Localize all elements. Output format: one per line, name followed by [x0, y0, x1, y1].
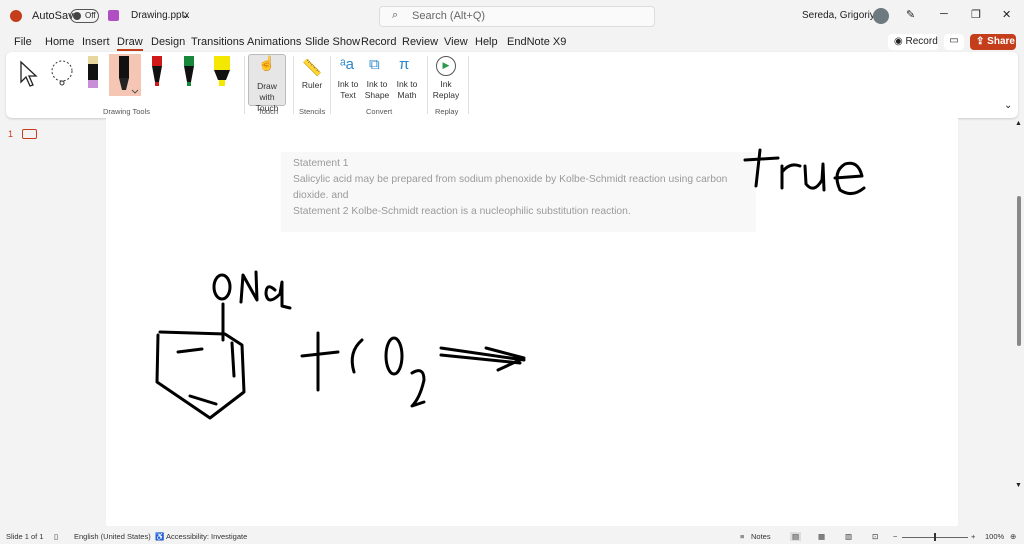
ink-word-true	[743, 148, 866, 195]
zoom-level[interactable]: 100%	[985, 532, 1004, 541]
notes-button[interactable]: Notes	[751, 532, 771, 541]
accessibility-status[interactable]: Accessibility: Investigate	[166, 532, 247, 541]
zoom-out-icon[interactable]: −	[893, 532, 897, 541]
ink-ona	[212, 270, 292, 310]
fit-to-window-icon[interactable]: ⊕	[1010, 532, 1016, 541]
scroll-thumb[interactable]	[1017, 196, 1021, 346]
accessibility-icon: ♿	[155, 532, 165, 541]
slide-sorter-icon[interactable]: ▦	[818, 532, 825, 541]
ink-plus-co2-arrow	[300, 331, 526, 408]
ink-benzene-ring	[155, 302, 246, 420]
ink-drawing	[155, 148, 866, 420]
normal-view-icon[interactable]: ▤	[790, 532, 802, 541]
notes-icon: ≡	[740, 532, 745, 541]
zoom-slider-thumb[interactable]	[934, 533, 936, 541]
scroll-down-icon[interactable]: ▼	[1015, 482, 1022, 489]
spellcheck-icon[interactable]: ▯	[54, 532, 58, 541]
vertical-scrollbar[interactable]: ▲ ▼	[1014, 120, 1024, 526]
reading-view-icon[interactable]: ▥	[845, 532, 852, 541]
slideshow-icon[interactable]: ⊡	[872, 532, 878, 541]
language-status[interactable]: English (United States)	[74, 532, 151, 541]
zoom-in-icon[interactable]: +	[971, 532, 975, 541]
status-bar: Slide 1 of 1 ▯ English (United States) ♿…	[0, 530, 1024, 544]
slide-indicator: Slide 1 of 1	[6, 532, 44, 541]
scroll-up-icon[interactable]: ▲	[1015, 120, 1022, 127]
